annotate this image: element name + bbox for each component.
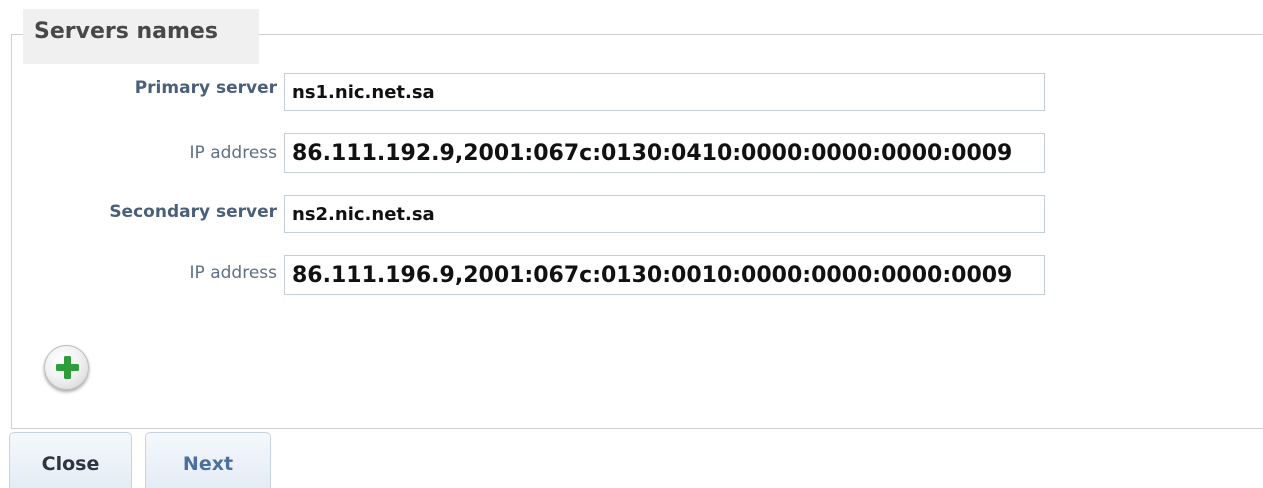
primary-server-label: Primary server [134, 78, 277, 98]
secondary-ip-label: IP address [189, 263, 277, 283]
secondary-ip-input[interactable]: 86.111.196.9,2001:067c:0130:0010:0000:00… [284, 255, 1045, 295]
fieldset-legend: Servers names [23, 9, 259, 64]
primary-ip-label: IP address [189, 143, 277, 163]
next-button[interactable]: Next [145, 432, 271, 488]
secondary-server-input[interactable]: ns2.nic.net.sa [284, 195, 1045, 233]
plus-icon [56, 356, 79, 379]
secondary-server-label: Secondary server [109, 202, 277, 222]
primary-ip-input[interactable]: 86.111.192.9,2001:067c:0130:0410:0000:00… [284, 133, 1045, 173]
dns-servers-form: Servers names Primary server ns1.nic.net… [0, 0, 1263, 488]
close-button[interactable]: Close [9, 432, 132, 488]
add-server-button[interactable] [44, 345, 89, 390]
primary-server-input[interactable]: ns1.nic.net.sa [284, 73, 1045, 111]
